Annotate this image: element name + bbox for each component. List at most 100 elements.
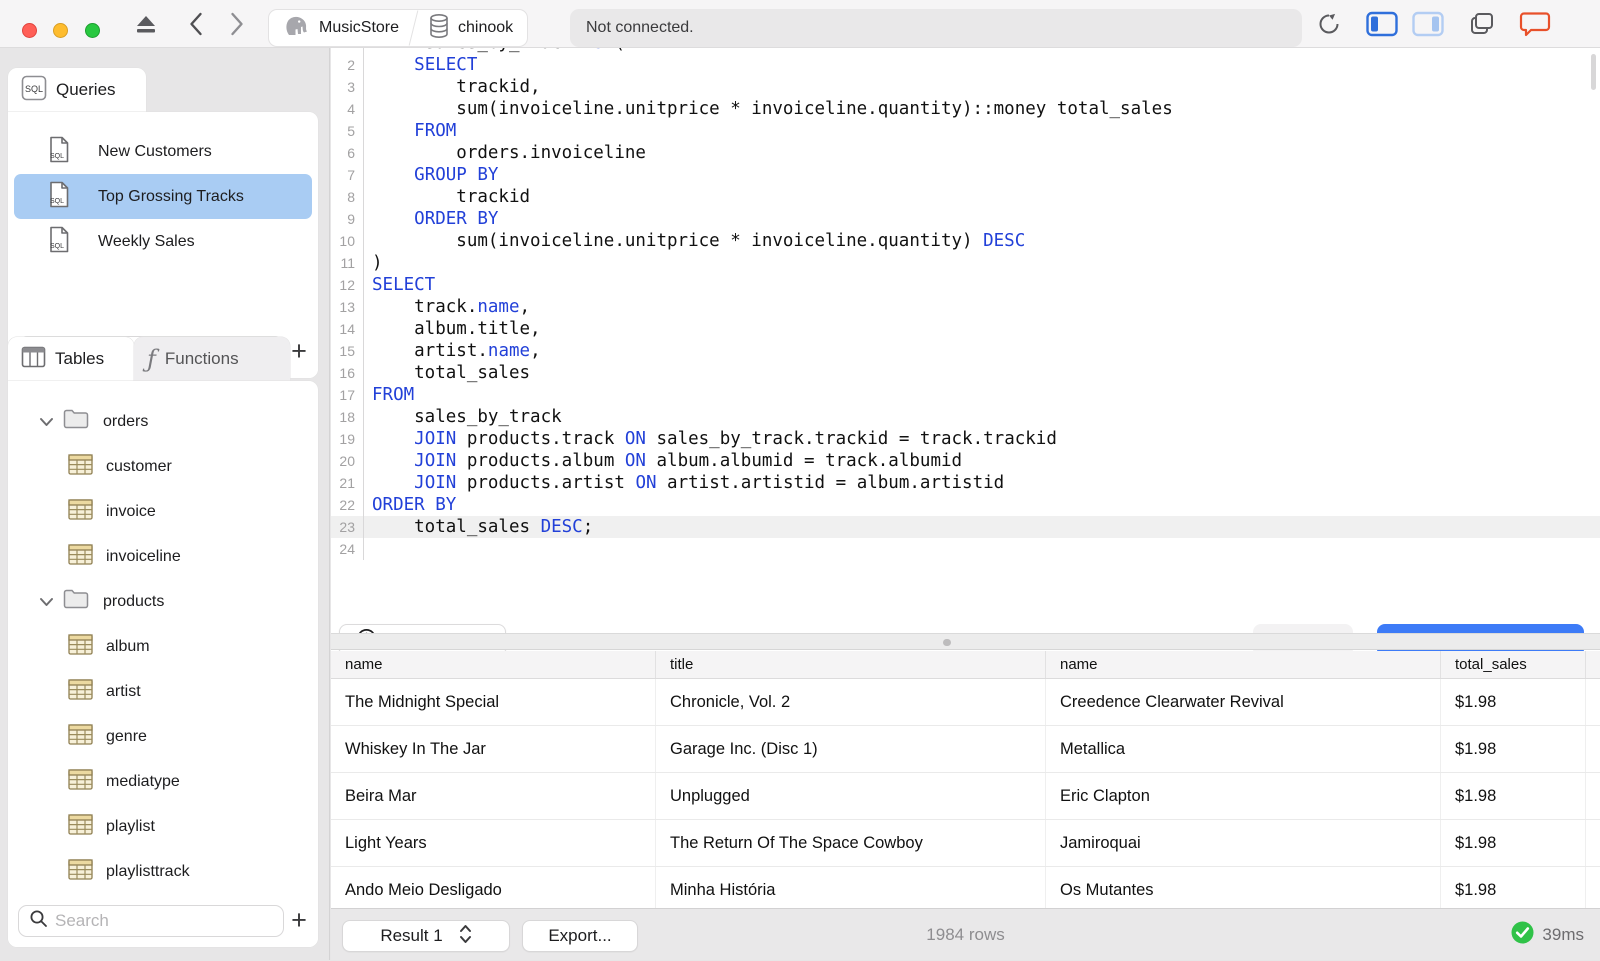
table-row-item[interactable]: mediatype — [8, 759, 318, 804]
table-row-item[interactable]: customer — [8, 444, 318, 489]
table-cell[interactable]: Chronicle, Vol. 2 — [656, 679, 1046, 725]
code-text: total_sales DESC; — [364, 516, 593, 538]
table-cell-filler — [1586, 726, 1600, 772]
pane-splitter[interactable] — [331, 633, 1600, 650]
tab-queries[interactable]: SQL Queries — [8, 68, 146, 112]
column-header[interactable]: name — [1046, 651, 1441, 678]
table-cell[interactable]: Os Mutantes — [1046, 867, 1441, 913]
table-cell[interactable]: Jamiroquai — [1046, 820, 1441, 866]
back-icon[interactable] — [182, 0, 210, 48]
table-cell[interactable]: $1.98 — [1441, 679, 1586, 725]
code-line[interactable]: 23 total_sales DESC; — [331, 516, 1600, 538]
tab-tables[interactable]: Tables — [8, 337, 134, 381]
column-header[interactable]: title — [656, 651, 1046, 678]
tab-functions[interactable]: ƒ Functions — [134, 337, 290, 381]
table-row-item[interactable]: playlist — [8, 804, 318, 849]
add-table-button[interactable]: + — [290, 905, 308, 936]
table-row[interactable]: Ando Meio DesligadoMinha HistóriaOs Muta… — [331, 867, 1600, 914]
code-line[interactable]: 2 SELECT — [331, 54, 1600, 76]
feedback-bubble-icon[interactable] — [1516, 0, 1554, 48]
sidebar-left-toggle-icon[interactable] — [1364, 0, 1400, 48]
table-cell[interactable]: Minha História — [656, 867, 1046, 913]
editor-scrollbar[interactable] — [1591, 54, 1596, 90]
code-line[interactable]: 20 JOIN products.album ON album.albumid … — [331, 450, 1600, 472]
table-cell[interactable]: $1.98 — [1441, 820, 1586, 866]
code-line[interactable]: 13 track.name, — [331, 296, 1600, 318]
sql-editor[interactable]: 1WITH sales_by_track AS (2 SELECT3 track… — [331, 48, 1600, 583]
code-line[interactable]: 15 artist.name, — [331, 340, 1600, 362]
code-line[interactable]: 9 ORDER BY — [331, 208, 1600, 230]
code-line[interactable]: 14 album.title, — [331, 318, 1600, 340]
table-row[interactable]: Whiskey In The JarGarage Inc. (Disc 1)Me… — [331, 726, 1600, 773]
table-row[interactable]: Light YearsThe Return Of The Space Cowbo… — [331, 820, 1600, 867]
code-line[interactable]: 18 sales_by_track — [331, 406, 1600, 428]
schema-folder-row[interactable]: products — [8, 579, 318, 624]
code-line[interactable]: 8 trackid — [331, 186, 1600, 208]
table-cell[interactable]: $1.98 — [1441, 726, 1586, 772]
export-button[interactable]: Export... — [522, 920, 638, 952]
column-header[interactable]: total_sales — [1441, 651, 1586, 678]
table-cell[interactable]: Light Years — [331, 820, 656, 866]
code-line[interactable]: 24 — [331, 538, 1600, 560]
functions-icon: ƒ — [147, 347, 156, 371]
close-window-button[interactable] — [22, 23, 37, 38]
tables-search-input[interactable] — [55, 911, 273, 931]
table-cell[interactable]: Beira Mar — [331, 773, 656, 819]
minimize-window-button[interactable] — [53, 23, 68, 38]
chevron-down-icon[interactable] — [35, 597, 57, 607]
table-cell[interactable]: Ando Meio Desligado — [331, 867, 656, 913]
tables-search-box[interactable] — [18, 905, 284, 937]
code-line[interactable]: 3 trackid, — [331, 76, 1600, 98]
code-line[interactable]: 19 JOIN products.track ON sales_by_track… — [331, 428, 1600, 450]
code-line[interactable]: 17FROM — [331, 384, 1600, 406]
table-row-item[interactable]: playlisttrack — [8, 849, 318, 894]
stepper-chevrons-icon — [459, 923, 472, 950]
table-cell[interactable]: Eric Clapton — [1046, 773, 1441, 819]
code-line[interactable]: 5 FROM — [331, 120, 1600, 142]
table-row-item[interactable]: invoiceline — [8, 534, 318, 579]
table-cell[interactable]: Garage Inc. (Disc 1) — [656, 726, 1046, 772]
table-row-item[interactable]: artist — [8, 669, 318, 714]
splitter-drag-handle-icon[interactable] — [943, 639, 951, 646]
column-header[interactable]: name — [331, 651, 656, 678]
eject-icon[interactable] — [131, 0, 161, 48]
table-icon — [68, 634, 93, 660]
sidebar-right-toggle-icon[interactable] — [1410, 0, 1446, 48]
table-cell[interactable]: Whiskey In The Jar — [331, 726, 656, 772]
table-cell[interactable]: $1.98 — [1441, 773, 1586, 819]
table-cell[interactable]: The Midnight Special — [331, 679, 656, 725]
code-line[interactable]: 7 GROUP BY — [331, 164, 1600, 186]
table-cell[interactable]: Metallica — [1046, 726, 1441, 772]
code-line[interactable]: 6 orders.invoiceline — [331, 142, 1600, 164]
breadcrumb-database-label[interactable]: chinook — [458, 19, 513, 37]
query-list-item[interactable]: SQLTop Grossing Tracks — [14, 174, 312, 219]
code-line[interactable]: 10 sum(invoiceline.unitprice * invoiceli… — [331, 230, 1600, 252]
table-cell[interactable]: Unplugged — [656, 773, 1046, 819]
forward-icon[interactable] — [223, 0, 251, 48]
table-cell[interactable]: Creedence Clearwater Revival — [1046, 679, 1441, 725]
code-line[interactable]: 4 sum(invoiceline.unitprice * invoicelin… — [331, 98, 1600, 120]
result-selector[interactable]: Result 1 — [342, 920, 510, 952]
table-cell[interactable]: $1.98 — [1441, 867, 1586, 913]
table-cell[interactable]: The Return Of The Space Cowboy — [656, 820, 1046, 866]
code-line[interactable]: 12SELECT — [331, 274, 1600, 296]
table-row-item[interactable]: invoice — [8, 489, 318, 534]
table-row[interactable]: The Midnight SpecialChronicle, Vol. 2Cre… — [331, 679, 1600, 726]
query-list-item[interactable]: SQLNew Customers — [14, 129, 312, 174]
table-row-item[interactable]: album — [8, 624, 318, 669]
breadcrumb-connection-label[interactable]: MusicStore — [319, 19, 399, 37]
schema-folder-row[interactable]: orders — [8, 399, 318, 444]
chevron-down-icon[interactable] — [35, 417, 57, 427]
code-line[interactable]: 16 total_sales — [331, 362, 1600, 384]
query-list-item[interactable]: SQLWeekly Sales — [14, 219, 312, 264]
table-row-item[interactable]: genre — [8, 714, 318, 759]
refresh-icon[interactable] — [1312, 0, 1346, 48]
table-row[interactable]: Beira MarUnpluggedEric Clapton$1.98 — [331, 773, 1600, 820]
code-line[interactable]: 21 JOIN products.artist ON artist.artist… — [331, 472, 1600, 494]
windows-icon[interactable] — [1464, 0, 1500, 48]
add-query-button[interactable]: + — [290, 336, 308, 367]
code-line[interactable]: 11) — [331, 252, 1600, 274]
table-icon — [68, 544, 93, 570]
zoom-window-button[interactable] — [85, 23, 100, 38]
code-line[interactable]: 22ORDER BY — [331, 494, 1600, 516]
